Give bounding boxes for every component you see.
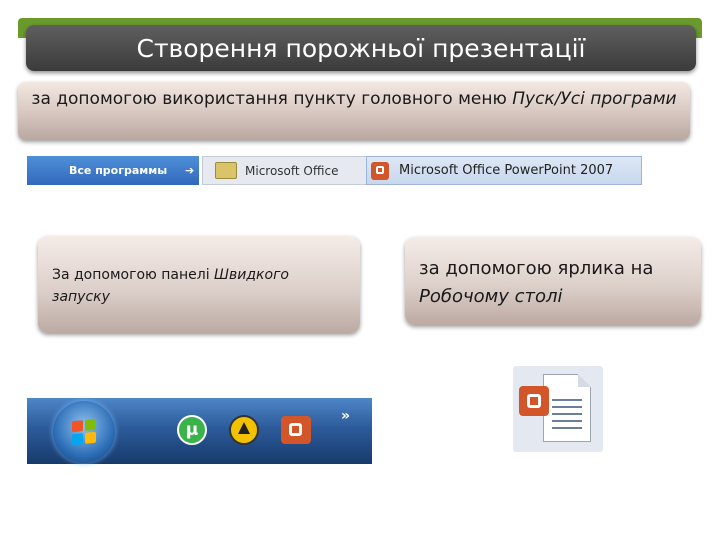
utorrent-icon[interactable]: µ (177, 415, 207, 445)
microsoft-office-folder-item[interactable]: Microsoft Office (202, 156, 370, 185)
all-programs-button[interactable]: Все программы ➔ (27, 156, 199, 185)
desktop-shortcut-method-card: за допомогою ярлика на Робочому столі (405, 237, 701, 325)
quick-launch-method-card: За допомогою панелі Швидкого запуску (38, 236, 360, 333)
slide-title-text: Створення порожньої презентації (136, 33, 586, 63)
arrow-right-icon: ➔ (185, 164, 195, 177)
taskbar-quick-launch: µ » (27, 398, 372, 464)
powerpoint-menu-item[interactable]: Microsoft Office PowerPoint 2007 (366, 156, 642, 185)
more-icons-chevron-icon[interactable]: » (341, 408, 350, 424)
desktop-shortcut-italic-text: Робочому столі (419, 286, 563, 307)
subtitle-text: за допомогою використання пункту головно… (31, 89, 513, 109)
subtitle-italic-text: Пуск/Усі програми (512, 89, 677, 109)
windows-logo-icon (72, 418, 96, 446)
powerpoint-menu-label: Microsoft Office PowerPoint 2007 (399, 163, 614, 178)
powerpoint-desktop-shortcut-icon[interactable] (513, 366, 603, 452)
powerpoint-badge-icon (519, 386, 549, 416)
powerpoint-icon (371, 161, 389, 180)
document-icon (543, 374, 591, 442)
folder-icon (215, 162, 237, 179)
aim-icon[interactable] (229, 415, 259, 445)
quick-launch-text: За допомогою панелі (52, 267, 215, 283)
slide-title: Створення порожньої презентації (26, 25, 696, 71)
powerpoint-quick-launch-icon[interactable] (281, 416, 311, 444)
all-programs-label: Все программы (69, 164, 168, 177)
microsoft-office-folder-label: Microsoft Office (245, 163, 339, 178)
windows-start-orb-icon[interactable] (53, 401, 115, 463)
desktop-shortcut-text: за допомогою ярлика на (419, 258, 654, 279)
start-menu-method-box: за допомогою використання пункту головно… (18, 82, 690, 140)
